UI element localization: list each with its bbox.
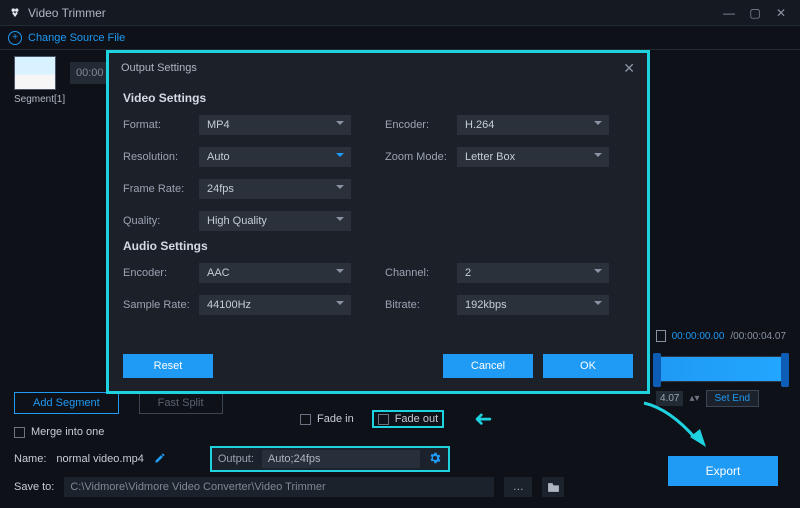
annotation-arrow-export-icon [640, 399, 710, 452]
ok-button[interactable]: OK [543, 354, 633, 378]
channel-label: Channel: [385, 267, 457, 279]
checkbox-icon [14, 427, 25, 438]
output-label: Output: [218, 453, 254, 465]
zoom-mode-dropdown[interactable]: Letter Box [457, 147, 609, 167]
audio-encoder-value: AAC [207, 267, 230, 279]
audio-encoder-label: Encoder: [123, 267, 199, 279]
output-value-text: Auto;24fps [268, 453, 321, 465]
chevron-down-icon [335, 298, 345, 311]
quality-label: Quality: [123, 215, 199, 227]
segment-thumb-label: Segment[1] [14, 94, 65, 105]
framerate-label: Frame Rate: [123, 183, 199, 195]
bitrate-dropdown[interactable]: 192kbps [457, 295, 609, 315]
video-encoder-label: Encoder: [385, 119, 457, 131]
save-to-label: Save to: [14, 481, 54, 493]
channel-dropdown[interactable]: 2 [457, 263, 609, 283]
app-title: Video Trimmer [28, 6, 106, 20]
timeline-track[interactable] [656, 356, 786, 382]
merge-label: Merge into one [31, 426, 104, 438]
chevron-down-icon [593, 150, 603, 163]
segment-thumb[interactable]: Segment[1] [14, 56, 65, 105]
framerate-dropdown[interactable]: 24fps [199, 179, 351, 199]
chevron-down-icon [335, 150, 345, 163]
name-label: Name: [14, 453, 46, 465]
time-total-v: 00:00:04.07 [733, 331, 786, 342]
chevron-down-icon [335, 214, 345, 227]
audio-section-title: Audio Settings [123, 239, 633, 253]
bitrate-value: 192kbps [465, 299, 507, 311]
export-button[interactable]: Export [668, 456, 778, 486]
video-encoder-value: H.264 [465, 119, 494, 131]
reset-button[interactable]: Reset [123, 354, 213, 378]
segment-thumbnail [14, 56, 56, 90]
quality-value: High Quality [207, 215, 267, 227]
crop-icon[interactable] [656, 330, 666, 342]
samplerate-dropdown[interactable]: 44100Hz [199, 295, 351, 315]
open-folder-icon[interactable] [542, 477, 564, 497]
quality-dropdown[interactable]: High Quality [199, 211, 351, 231]
chevron-down-icon [593, 266, 603, 279]
samplerate-value: 44100Hz [207, 299, 251, 311]
chevron-down-icon [593, 118, 603, 131]
format-label: Format: [123, 119, 199, 131]
maximize-button[interactable]: ▢ [744, 4, 766, 22]
samplerate-label: Sample Rate: [123, 299, 199, 311]
chevron-down-icon [593, 298, 603, 311]
plus-circle-icon: + [8, 31, 22, 45]
format-dropdown[interactable]: MP4 [199, 115, 351, 135]
resolution-value: Auto [207, 151, 230, 163]
time-total: /00:00:04.07 [730, 331, 786, 342]
close-window-button[interactable]: ✕ [770, 4, 792, 22]
framerate-value: 24fps [207, 183, 234, 195]
chevron-down-icon [335, 266, 345, 279]
segment-ts-value: 00:00 [76, 67, 104, 79]
output-settings-dialog: Output Settings ✕ Video Settings Format:… [109, 53, 647, 391]
zoom-mode-value: Letter Box [465, 151, 515, 163]
channel-value: 2 [465, 267, 471, 279]
chevron-down-icon [335, 182, 345, 195]
time-current: 00:00:00.00 [672, 331, 725, 342]
chevron-down-icon [335, 118, 345, 131]
bitrate-label: Bitrate: [385, 299, 457, 311]
browse-button[interactable]: … [504, 477, 532, 497]
resolution-label: Resolution: [123, 151, 199, 163]
gear-icon[interactable] [428, 451, 442, 468]
add-segment-button[interactable]: Add Segment [14, 392, 119, 414]
dialog-close-button[interactable]: ✕ [623, 60, 635, 77]
edit-name-icon[interactable] [154, 452, 166, 467]
format-value: MP4 [207, 119, 230, 131]
dialog-title: Output Settings [121, 62, 197, 74]
change-source-bar[interactable]: + Change Source File [0, 26, 800, 50]
video-encoder-dropdown[interactable]: H.264 [457, 115, 609, 135]
resolution-dropdown[interactable]: Auto [199, 147, 351, 167]
app-scissors-icon [8, 6, 22, 20]
zoom-mode-label: Zoom Mode: [385, 151, 457, 163]
cancel-button[interactable]: Cancel [443, 354, 533, 378]
save-to-path[interactable]: C:\Vidmore\Vidmore Video Converter\Video… [64, 477, 494, 497]
video-section-title: Video Settings [123, 91, 633, 105]
fast-split-button[interactable]: Fast Split [139, 392, 223, 414]
minimize-button[interactable]: ― [718, 4, 740, 22]
change-source-label: Change Source File [28, 32, 125, 44]
name-value: normal video.mp4 [56, 453, 143, 465]
titlebar[interactable]: Video Trimmer ― ▢ ✕ [0, 0, 800, 26]
output-box-highlight: Output: Auto;24fps [210, 446, 450, 472]
output-value[interactable]: Auto;24fps [262, 450, 420, 468]
audio-encoder-dropdown[interactable]: AAC [199, 263, 351, 283]
